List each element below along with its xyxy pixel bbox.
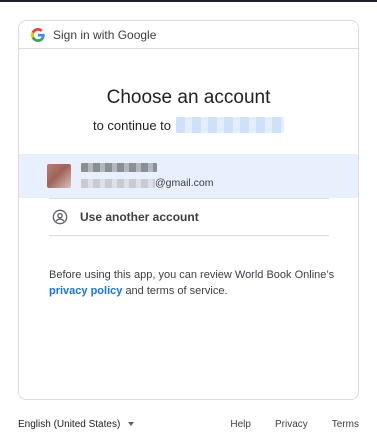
use-another-account-label: Use another account xyxy=(80,210,199,224)
redacted-email-user xyxy=(81,178,155,188)
terms-link[interactable]: Terms xyxy=(332,419,359,430)
subtitle-prefix: to continue to xyxy=(92,117,172,133)
person-circle-icon xyxy=(52,209,68,225)
top-rule xyxy=(0,0,377,2)
header-title: Sign in with Google xyxy=(53,27,157,42)
page-title: Choose an account xyxy=(106,87,271,108)
divider xyxy=(49,235,329,236)
signin-card: Sign in with Google Choose an account to… xyxy=(18,20,359,400)
help-link[interactable]: Help xyxy=(230,419,251,430)
use-another-account-button[interactable]: Use another account xyxy=(19,199,358,235)
subtitle: to continue to xyxy=(19,117,358,133)
redacted-app-name xyxy=(176,117,285,133)
language-label: English (United States) xyxy=(18,418,121,430)
account-item[interactable]: @gmail.com xyxy=(19,154,358,198)
account-email: @gmail.com xyxy=(81,177,214,189)
footer-links: Help Privacy Terms xyxy=(206,419,359,430)
card-header: Sign in with Google xyxy=(19,21,358,49)
account-info: @gmail.com xyxy=(81,163,214,189)
footer: English (United States) Help Privacy Ter… xyxy=(18,416,359,432)
caret-down-icon xyxy=(128,422,135,426)
email-domain: @gmail.com xyxy=(155,177,214,189)
redacted-account-name xyxy=(81,163,157,172)
language-selector[interactable]: English (United States) xyxy=(18,418,135,430)
notice-text: Before using this app, you can review Wo… xyxy=(49,269,335,281)
privacy-policy-link[interactable]: privacy policy xyxy=(49,285,122,297)
privacy-notice: Before using this app, you can review Wo… xyxy=(49,267,341,299)
avatar xyxy=(47,164,71,188)
notice-text-end: and terms of service. xyxy=(125,285,228,297)
google-g-icon xyxy=(31,27,45,42)
privacy-link[interactable]: Privacy xyxy=(275,419,308,430)
